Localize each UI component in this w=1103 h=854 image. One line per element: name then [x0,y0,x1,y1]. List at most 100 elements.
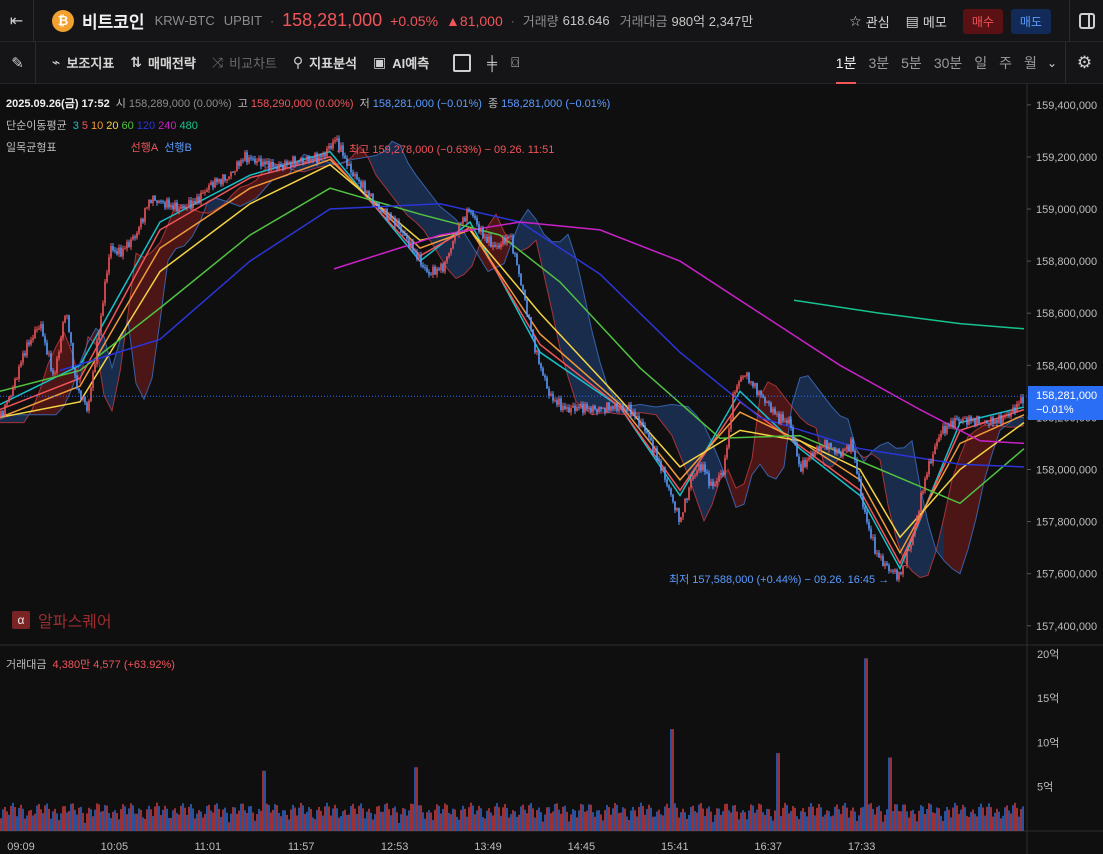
volume-bar-719 [718,808,720,831]
volume-bar-311 [310,808,312,831]
volume-bar-1001 [1000,818,1002,831]
volume-bar-869 [868,804,870,831]
volume-bar-411 [410,803,412,831]
volume-bar-465 [464,808,466,831]
candle-body-573 [572,405,574,408]
candle-body-583 [582,403,584,413]
candle-body-533 [532,329,534,337]
volume-bar-183 [182,803,184,831]
buy-button[interactable]: 매수 [962,8,1003,34]
time-tick-label-9: 17:33 [848,841,876,853]
candle-body-809 [808,458,810,460]
candle-body-271 [270,161,272,171]
volume-bar-51 [50,818,52,831]
ichimoku-legend[interactable]: 일목균형표 선행A 선행B [6,139,195,155]
candle-body-257 [256,160,258,163]
candle-body-599 [598,407,600,413]
candle-body-145 [144,208,146,223]
candle-body-943 [942,426,944,434]
interval-tab-6[interactable]: 월 [1024,42,1037,84]
analysis-button[interactable]: ⚲ 지표분석 [293,53,357,72]
candle-body-669 [668,485,670,489]
candle-body-347 [346,158,348,166]
volume-bar-415 [414,767,416,831]
volume-bar-653 [652,816,654,831]
coin-name[interactable]: 비트코인 [82,8,145,33]
volume-bar-237 [236,813,238,831]
price-tick-label-5: 158,400,000 [1036,360,1097,372]
interval-tab-3[interactable]: 30분 [934,42,962,84]
indicators-button[interactable]: ⌁ 보조지표 [52,53,114,72]
candle-body-735 [734,392,736,395]
candle-body-697 [696,471,698,475]
candle-body-27 [26,342,28,356]
candle-body-531 [530,317,532,330]
volume-bar-271 [270,812,272,831]
candle-body-655 [654,448,656,453]
candle-body-963 [962,418,964,422]
candle-body-625 [624,409,626,411]
top-header: ⇤ ₿ 비트코인 KRW-BTC UPBIT · 158,281,000 +0.… [0,0,1103,42]
candle-body-673 [672,494,674,502]
watchlist-button[interactable]: ☆ 관심 [849,12,889,31]
compare-button[interactable]: ⤨ 비교차트 [212,53,277,72]
volume-bar-399 [398,822,400,831]
memo-button[interactable]: ▤ 메모 [906,12,947,31]
candle-body-631 [630,404,632,416]
interval-tab-0[interactable]: 1분 [835,42,857,84]
candle-body-565 [564,405,566,409]
strategy-button[interactable]: ⇅ 매매전략 [130,53,196,72]
chevron-down-icon[interactable]: ⌄ [1047,56,1057,70]
ai-predict-button[interactable]: ▣ AI예측 [373,53,429,72]
candlestick-icon[interactable]: ╪ [487,55,497,71]
price-chart-svg[interactable]: 159,400,000 159,200,000 159,000,000 158,800… [0,84,1103,854]
draw-pencil-icon[interactable]: ✎ [0,41,36,84]
candle-body-551 [550,393,552,396]
volume-bar-145 [144,818,146,831]
gear-icon[interactable]: ⚙ [1065,42,1103,84]
volume-bar-927 [926,808,928,831]
layout-toggle-button[interactable] [1069,0,1103,42]
sell-button[interactable]: 매도 [1010,8,1051,34]
candle-body-15 [14,379,16,387]
volume-bar-33 [32,815,34,831]
candle-body-837 [836,449,838,454]
volume-bar-309 [308,807,310,831]
camera-icon[interactable]: ⌼ [511,54,519,71]
square-icon[interactable] [453,53,472,72]
candle-body-903 [902,565,904,575]
volume-bar-721 [720,814,722,831]
collapse-left-icon[interactable]: ⇤ [0,0,34,42]
candle-body-201 [200,192,202,203]
candle-body-543 [542,368,544,376]
chart-background [0,84,1103,854]
sma-period-480: 480 [179,120,198,132]
candle-body-717 [716,480,718,485]
candle-body-727 [726,447,728,458]
volume-bar-229 [228,822,230,831]
candle-body-89 [88,400,90,411]
candle-body-301 [300,157,302,162]
interval-tab-2[interactable]: 5분 [901,42,922,84]
volume-bar-841 [840,814,842,831]
volume-bar-233 [232,807,234,831]
volume-bar-603 [602,820,604,831]
interval-tab-4[interactable]: 일 [974,42,987,84]
candle-body-1017 [1016,403,1018,413]
candle-body-839 [838,449,840,453]
candle-body-805 [804,460,806,467]
candle-body-443 [442,263,444,272]
chart-area[interactable]: 159,400,000 159,200,000 159,000,000 158,800… [0,84,1103,854]
candle-body-455 [454,232,456,241]
candle-body-731 [730,418,732,430]
price-tick-label-1: 159,200,000 [1036,152,1097,164]
interval-tab-1[interactable]: 3분 [868,42,889,84]
candle-body-457 [456,232,458,235]
candle-body-829 [828,442,830,450]
volume-bar-29 [28,810,30,831]
candle-body-441 [440,263,442,271]
volume-bar-561 [560,813,562,831]
sma-legend[interactable]: 단순이동평균 3 5 10 20 60 120 240 480 [6,117,204,133]
interval-tab-5[interactable]: 주 [999,42,1012,84]
candle-body-203 [202,192,204,194]
